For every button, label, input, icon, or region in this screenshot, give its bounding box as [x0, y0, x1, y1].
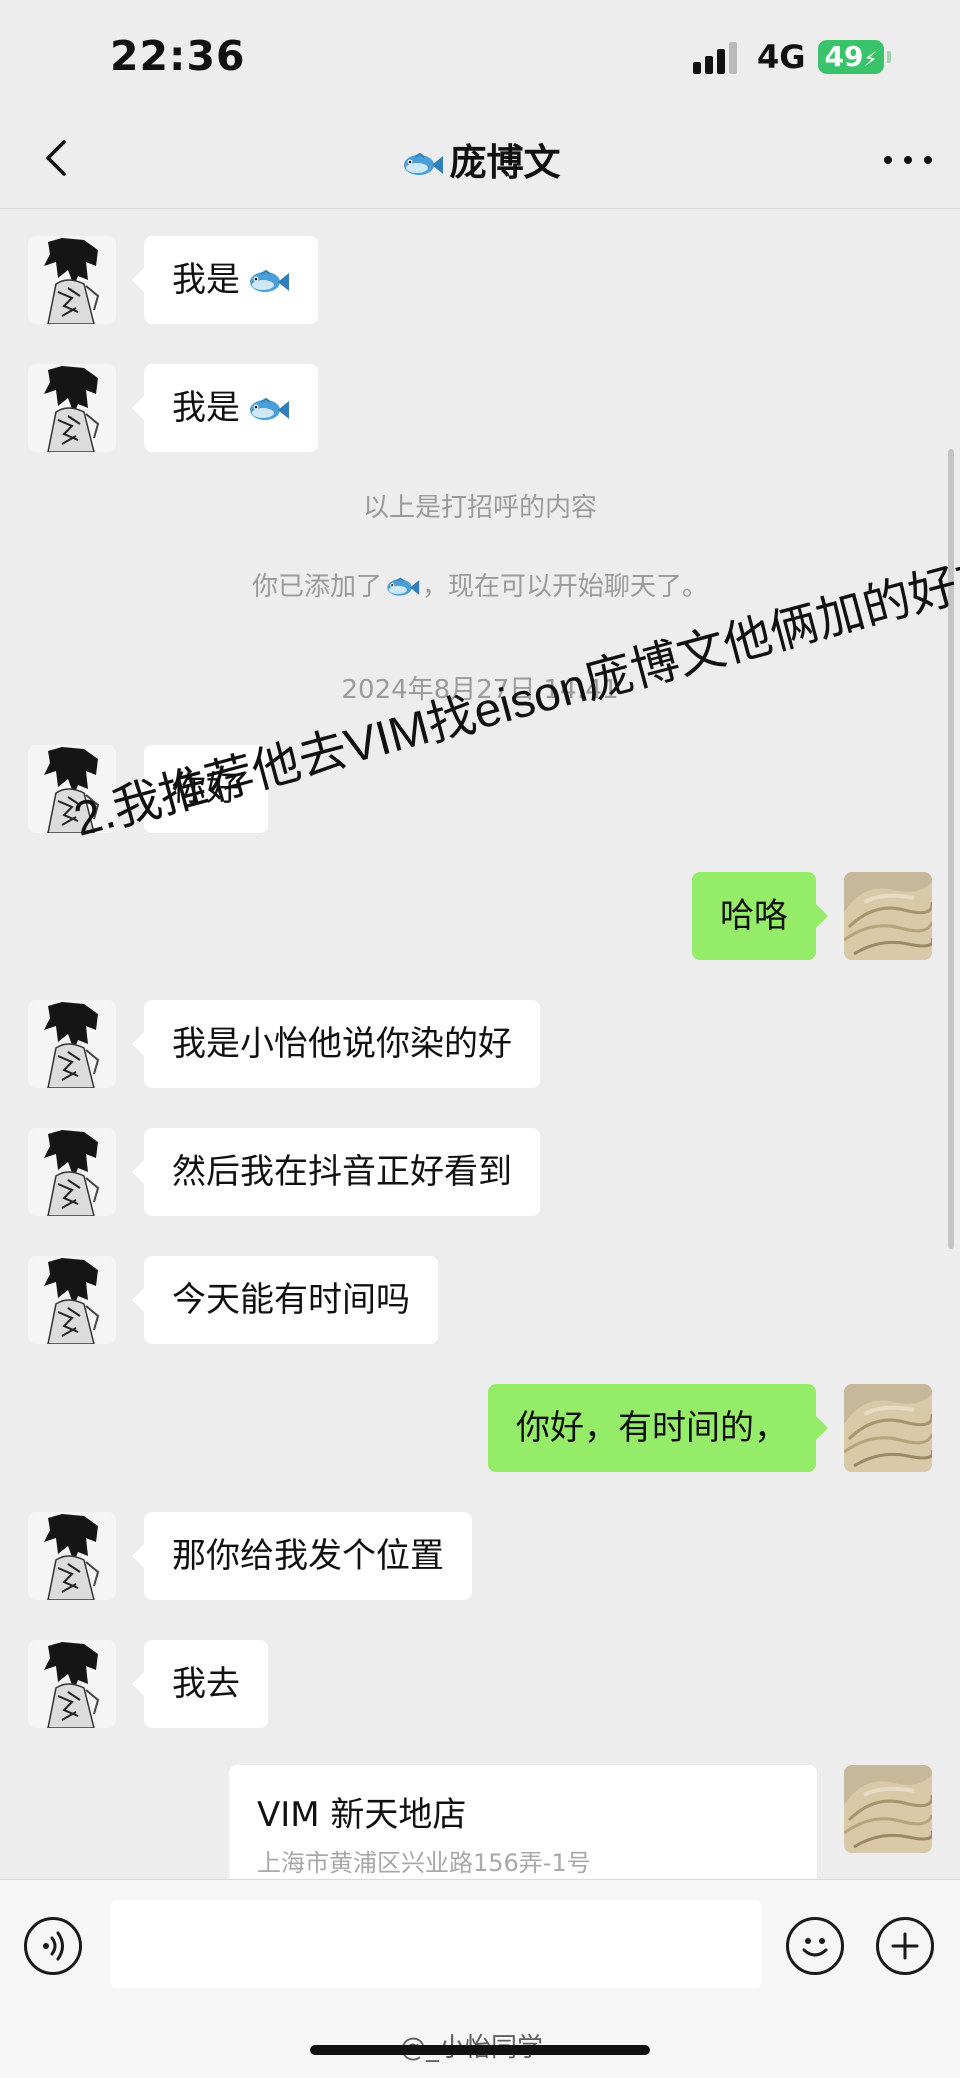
message-bubble[interactable]: 我去 [132, 1640, 268, 1728]
fish-icon [400, 151, 444, 179]
message-bubble[interactable]: 我是 [132, 364, 318, 452]
avatar[interactable] [28, 1256, 116, 1344]
message-bubble[interactable]: 今天能有时间吗 [132, 1256, 438, 1344]
voice-input-button[interactable] [24, 1917, 82, 1975]
voice-icon [43, 1931, 64, 1961]
message-bubble[interactable]: 我是小怡他说你染的好 [132, 1000, 540, 1088]
message-bubble[interactable]: 然后我在抖音正好看到 [132, 1128, 540, 1216]
fish-icon [246, 268, 290, 296]
avatar[interactable] [28, 364, 116, 452]
status-bar: 22:36 4G 49⚡ [0, 0, 960, 110]
chat-title: 庞博文 [0, 132, 960, 186]
greeting-note: 以上是打招呼的内容 [362, 493, 597, 523]
chat-header: 庞博文 [0, 110, 960, 209]
status-time: 22:36 [110, 32, 246, 80]
message-bubble[interactable]: 我是 [132, 236, 318, 324]
location-address: 上海市黄浦区兴业路156弄-1号 [257, 1849, 591, 1877]
message-bubble-self[interactable]: 你好，有时间的， [488, 1384, 828, 1472]
chat-message-list[interactable]: 我是 我是 以上是打招呼的内容 你已添加了 ，现在可以开始聊天了。 2024年8月… [0, 209, 960, 1879]
battery-icon: 49⚡ [818, 40, 891, 74]
avatar[interactable] [28, 1128, 116, 1216]
home-indicator[interactable] [310, 2045, 650, 2055]
plus-icon [891, 1932, 919, 1960]
avatar[interactable] [28, 1640, 116, 1728]
fish-icon [384, 576, 420, 599]
fish-icon [246, 396, 290, 424]
self-avatar[interactable] [844, 872, 932, 960]
message-text: 我是 [172, 388, 240, 428]
emoji-button[interactable] [786, 1917, 844, 1975]
more-options-icon[interactable] [882, 136, 934, 182]
avatar[interactable] [28, 1000, 116, 1088]
avatar[interactable] [28, 1512, 116, 1600]
avatar[interactable] [28, 236, 116, 324]
smiley-icon [802, 1938, 828, 1957]
message-input[interactable] [110, 1900, 762, 1988]
cellular-signal-icon [693, 40, 743, 74]
location-name: VIM 新天地店 [257, 1795, 467, 1835]
self-avatar[interactable] [844, 1765, 932, 1853]
self-avatar[interactable] [844, 1384, 932, 1472]
network-type: 4G [757, 38, 806, 76]
message-bubble[interactable]: 那你给我发个位置 [132, 1512, 472, 1600]
battery-level: 49 [824, 40, 864, 73]
location-card[interactable]: VIM 新天地店 上海市黄浦区兴业路156弄-1号 [229, 1765, 817, 1879]
contact-name: 庞博文 [449, 141, 561, 184]
message-bubble-self[interactable]: 哈咯 [692, 872, 828, 960]
message-text: 我是 [172, 260, 240, 300]
more-functions-button[interactable] [876, 1917, 934, 1975]
